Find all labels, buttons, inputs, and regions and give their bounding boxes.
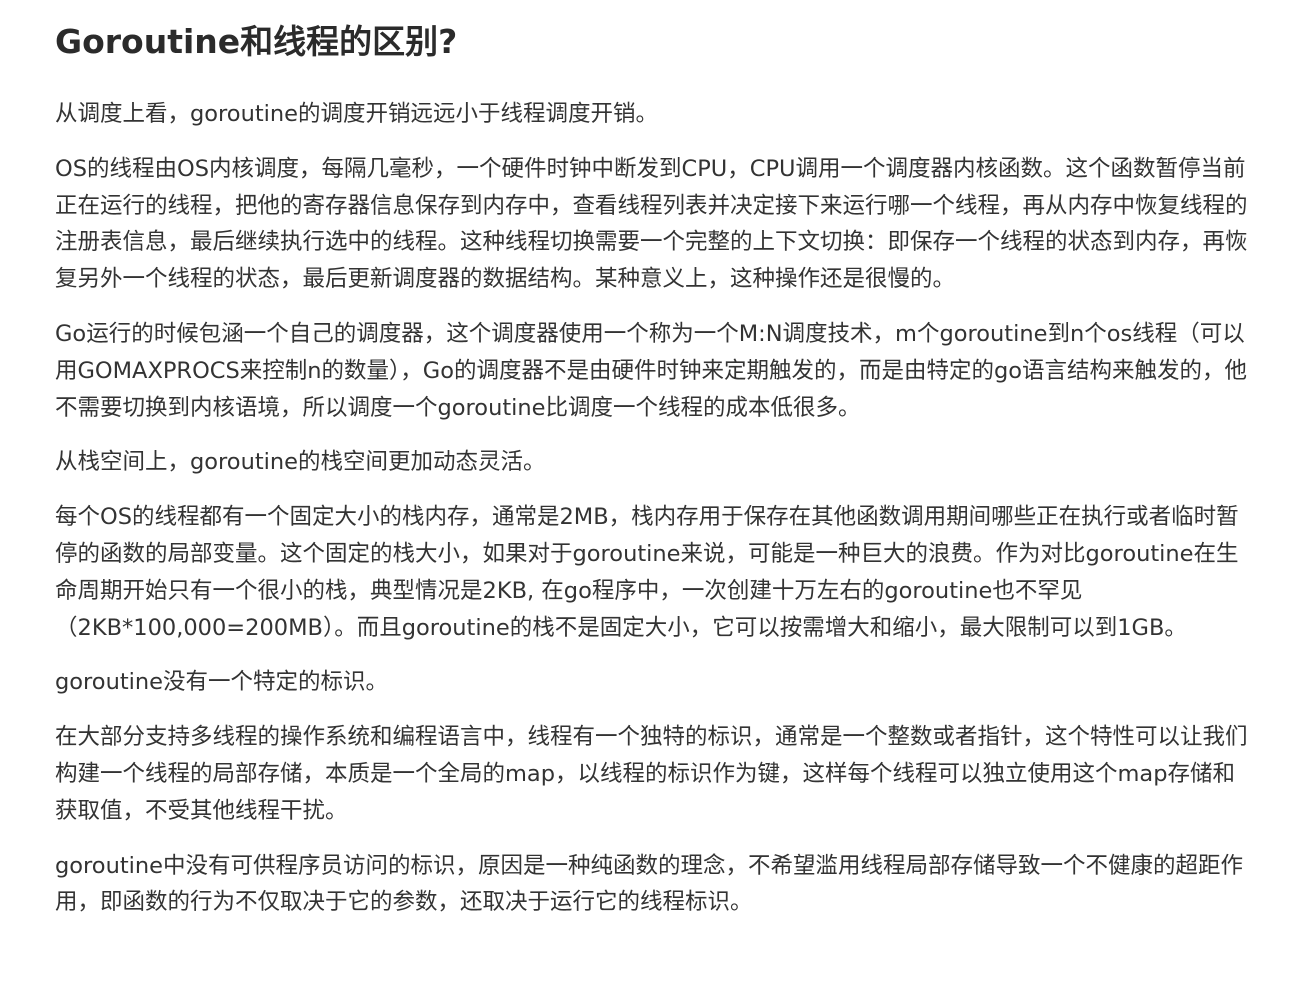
paragraph-identity-summary: goroutine没有一个特定的标识。 (55, 669, 389, 696)
paragraph-stack-summary: 从栈空间上，goroutine的栈空间更加动态灵活。 (55, 449, 546, 476)
paragraph-goroutine-identity: goroutine中没有可供程序员访问的标识，原因是一种纯函数的理念，不希望滥用… (55, 852, 1244, 916)
paragraph-os-thread-scheduling: OS的线程由OS内核调度，每隔几毫秒，一个硬件时钟中断发到CPU，CPU调用一个… (55, 155, 1248, 293)
paragraph-go-scheduler: Go运行的时候包涵一个自己的调度器，这个调度器使用一个称为一个M:N调度技术，m… (55, 320, 1248, 421)
paragraph-thread-local-storage: 在大部分支持多线程的操作系统和编程语言中，线程有一个独特的标识，通常是一个整数或… (55, 724, 1248, 824)
paragraph-scheduling-summary: 从调度上看，goroutine的调度开销远远小于线程调度开销。 (55, 101, 659, 127)
article: Goroutine和线程的区别? 从调度上看，goroutine的调度开销远远小… (55, 14, 1255, 939)
paragraph-stack-details: 每个OS的线程都有一个固定大小的栈内存，通常是2MB，栈内存用于保存在其他函数调… (55, 504, 1239, 641)
article-title: Goroutine和线程的区别? (55, 22, 458, 61)
